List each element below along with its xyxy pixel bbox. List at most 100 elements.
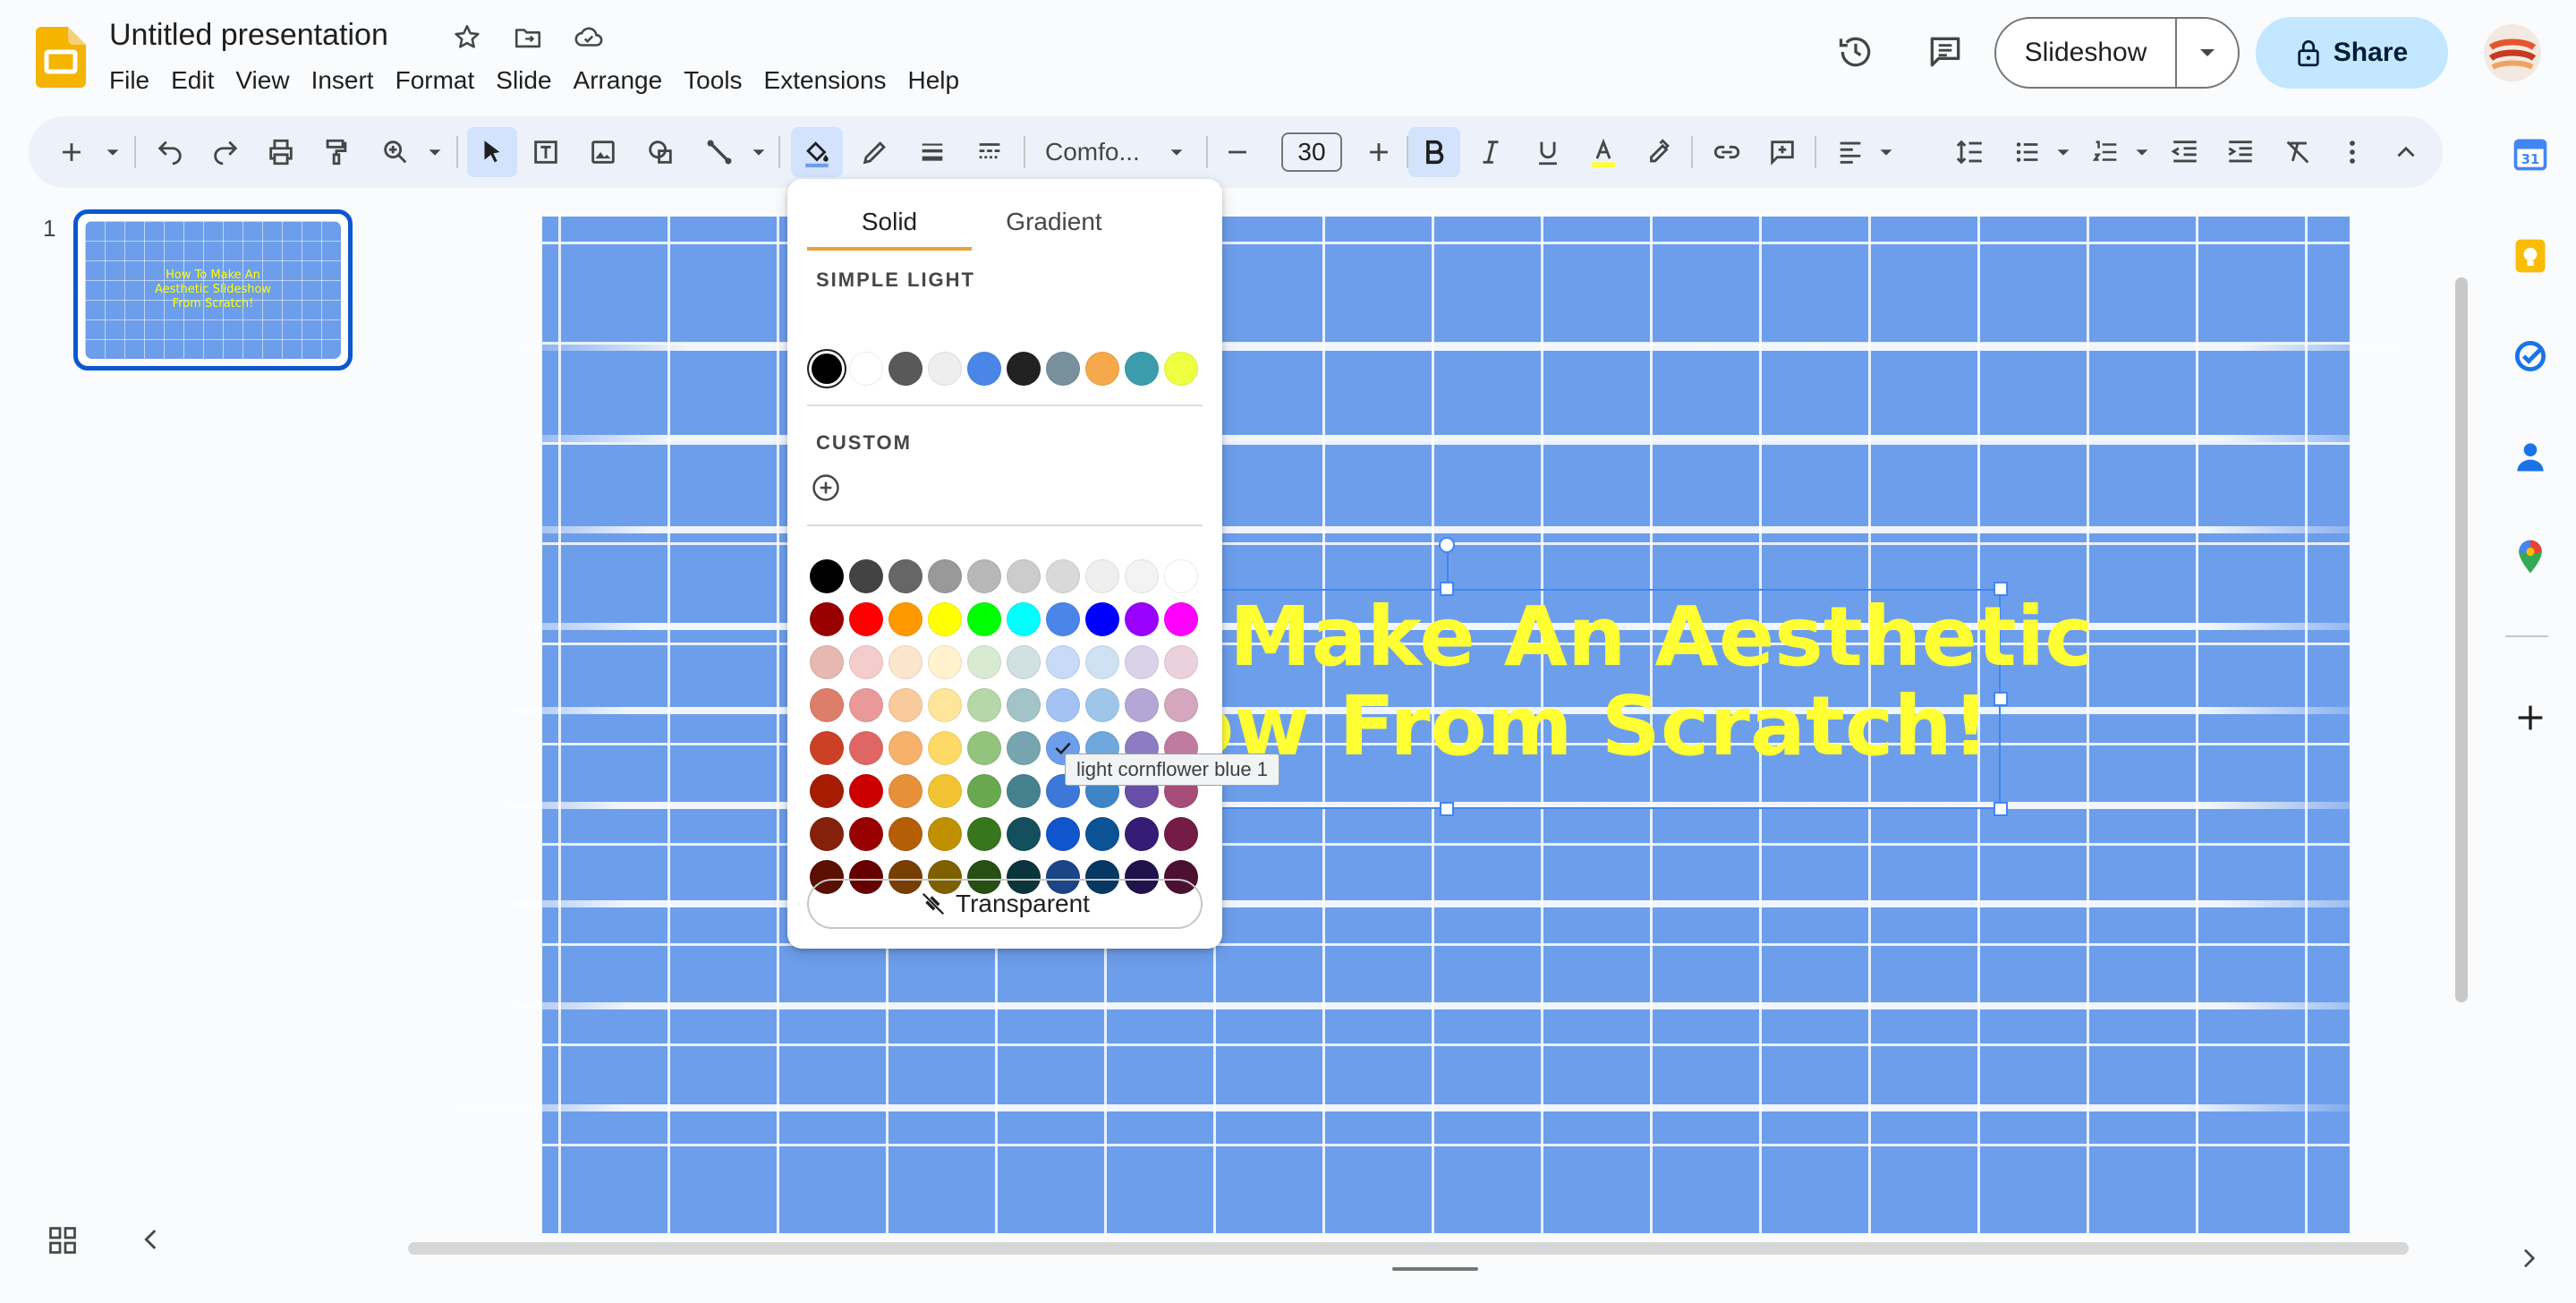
more-options-button[interactable]	[2332, 127, 2373, 177]
menu-tools[interactable]: Tools	[673, 64, 752, 97]
color-swatch[interactable]	[1004, 557, 1043, 596]
line-button[interactable]	[696, 127, 743, 177]
color-swatch[interactable]	[807, 728, 846, 768]
color-swatch[interactable]	[1004, 771, 1043, 811]
calendar-icon[interactable]: 31	[2511, 134, 2550, 174]
fill-color-button[interactable]	[791, 127, 843, 177]
color-swatch[interactable]	[886, 557, 925, 596]
color-swatch[interactable]	[925, 814, 965, 854]
color-swatch[interactable]	[1083, 814, 1122, 854]
color-swatch[interactable]	[886, 814, 925, 854]
color-swatch[interactable]	[1161, 557, 1201, 596]
contacts-icon[interactable]	[2511, 437, 2550, 476]
cloud-saved-icon[interactable]	[571, 20, 607, 55]
color-swatch[interactable]	[886, 600, 925, 639]
line-dropdown[interactable]	[746, 127, 771, 177]
menu-file[interactable]: File	[98, 64, 160, 97]
move-folder-icon[interactable]	[510, 20, 546, 55]
insert-image-button[interactable]	[580, 127, 626, 177]
color-swatch[interactable]	[1043, 814, 1083, 854]
font-size-input[interactable]: 30	[1281, 132, 1342, 172]
increase-indent-button[interactable]	[2217, 127, 2264, 177]
color-swatch[interactable]	[1043, 600, 1083, 639]
select-tool-button[interactable]	[467, 127, 517, 177]
color-swatch[interactable]	[1083, 686, 1122, 725]
numbered-list-dropdown[interactable]	[2131, 127, 2153, 177]
speaker-notes-handle[interactable]	[1392, 1267, 1478, 1271]
color-swatch[interactable]	[846, 557, 886, 596]
bold-button[interactable]	[1408, 127, 1460, 177]
color-swatch[interactable]	[846, 686, 886, 725]
tab-solid[interactable]: Solid	[807, 202, 972, 251]
color-swatch[interactable]	[886, 349, 925, 388]
menu-slide[interactable]: Slide	[485, 64, 562, 97]
color-swatch[interactable]	[925, 643, 965, 682]
text-box-button[interactable]	[523, 127, 569, 177]
undo-button[interactable]	[147, 127, 193, 177]
decrease-font-size-button[interactable]	[1217, 127, 1258, 177]
underline-button[interactable]	[1525, 127, 1571, 177]
color-swatch[interactable]	[1004, 643, 1043, 682]
border-dash-button[interactable]	[966, 127, 1013, 177]
collapse-toolbar-button[interactable]	[2385, 127, 2427, 177]
menu-insert[interactable]: Insert	[301, 64, 385, 97]
menu-extensions[interactable]: Extensions	[753, 64, 897, 97]
color-swatch[interactable]	[807, 349, 846, 388]
color-swatch[interactable]	[846, 728, 886, 768]
color-swatch[interactable]	[1043, 686, 1083, 725]
color-swatch[interactable]	[886, 771, 925, 811]
redo-button[interactable]	[202, 127, 249, 177]
line-spacing-button[interactable]	[1947, 127, 1994, 177]
color-swatch[interactable]	[807, 814, 846, 854]
color-swatch[interactable]	[846, 600, 886, 639]
color-swatch[interactable]	[1122, 349, 1161, 388]
color-swatch[interactable]	[1083, 557, 1122, 596]
increase-font-size-button[interactable]	[1358, 127, 1399, 177]
insert-link-button[interactable]	[1704, 127, 1750, 177]
decrease-indent-button[interactable]	[2162, 127, 2208, 177]
color-swatch[interactable]	[965, 600, 1004, 639]
color-swatch[interactable]	[965, 686, 1004, 725]
color-swatch[interactable]	[1161, 600, 1201, 639]
zoom-button[interactable]	[372, 127, 419, 177]
menu-arrange[interactable]: Arrange	[563, 64, 674, 97]
tab-gradient[interactable]: Gradient	[972, 202, 1136, 251]
print-button[interactable]	[258, 127, 304, 177]
menu-help[interactable]: Help	[897, 64, 971, 97]
color-swatch[interactable]	[925, 349, 965, 388]
menu-edit[interactable]: Edit	[160, 64, 225, 97]
color-swatch[interactable]	[925, 600, 965, 639]
color-swatch[interactable]	[965, 349, 1004, 388]
version-history-icon[interactable]	[1831, 27, 1881, 77]
color-swatch[interactable]	[1161, 814, 1201, 854]
transparent-button[interactable]: Transparent	[807, 879, 1203, 929]
menu-view[interactable]: View	[225, 64, 300, 97]
color-swatch[interactable]	[1161, 643, 1201, 682]
color-swatch[interactable]	[886, 686, 925, 725]
color-swatch[interactable]	[1043, 643, 1083, 682]
color-swatch[interactable]	[1122, 643, 1161, 682]
color-swatch[interactable]	[965, 557, 1004, 596]
color-swatch[interactable]	[925, 686, 965, 725]
comments-icon[interactable]	[1920, 27, 1970, 77]
color-swatch[interactable]	[807, 600, 846, 639]
color-swatch[interactable]	[1083, 600, 1122, 639]
chevron-right-icon[interactable]	[2514, 1244, 2543, 1273]
bulleted-list-dropdown[interactable]	[2053, 127, 2074, 177]
color-swatch[interactable]	[1004, 728, 1043, 768]
color-swatch[interactable]	[807, 686, 846, 725]
color-swatch[interactable]	[965, 771, 1004, 811]
new-slide-dropdown[interactable]	[100, 127, 125, 177]
paint-format-button[interactable]	[313, 127, 360, 177]
clear-formatting-button[interactable]	[2274, 127, 2321, 177]
color-swatch[interactable]	[925, 771, 965, 811]
tasks-icon[interactable]	[2511, 336, 2550, 376]
color-swatch[interactable]	[1122, 557, 1161, 596]
italic-button[interactable]	[1467, 127, 1514, 177]
account-avatar[interactable]	[2484, 24, 2541, 81]
color-swatch[interactable]	[1043, 557, 1083, 596]
share-button[interactable]: Share	[2256, 17, 2448, 89]
horizontal-scrollbar[interactable]	[408, 1242, 2409, 1255]
resize-handle[interactable]	[1440, 802, 1454, 816]
color-swatch[interactable]	[965, 728, 1004, 768]
